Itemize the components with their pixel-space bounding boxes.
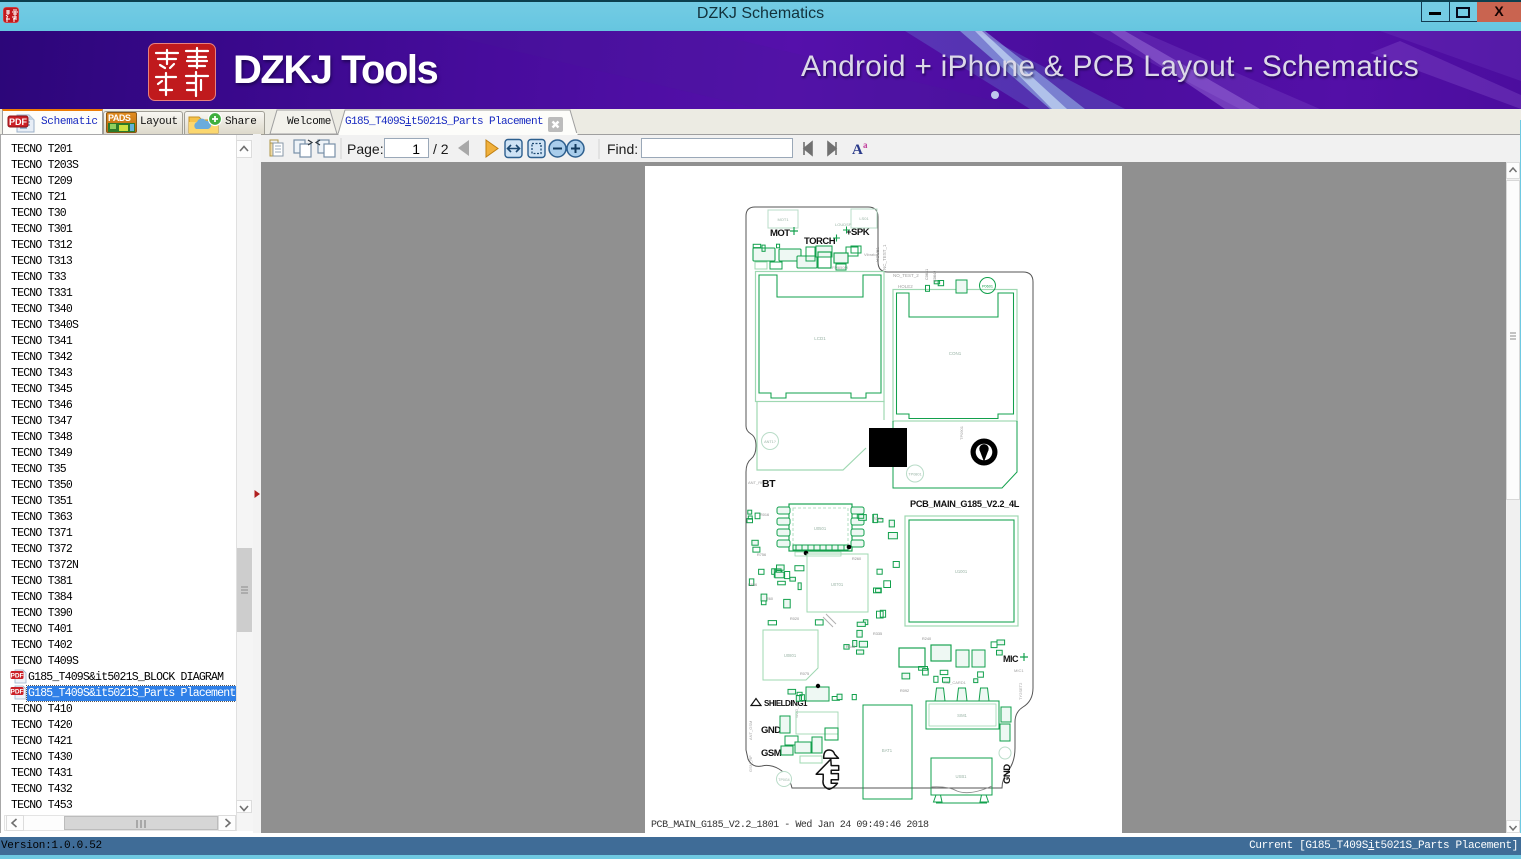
svg-text:MIC: MIC [1003,654,1019,664]
svg-text:R075: R075 [800,672,809,676]
svg-text:NC_TEST_1: NC_TEST_1 [882,244,887,270]
svg-text:TP0801: TP0801 [908,473,921,477]
svg-text:PDF: PDF [9,117,28,127]
svg-text:W2G_1: W2G_1 [794,704,799,718]
svg-text:R020: R020 [790,617,799,621]
svg-text:R016: R016 [760,513,769,517]
svg-text:LCD1: LCD1 [814,336,826,341]
svg-text:R335: R335 [873,632,882,636]
svg-text:C0642: C0642 [933,271,937,282]
svg-text:SIM1: SIM1 [957,713,967,718]
svg-text:U0701: U0701 [831,582,844,587]
svg-text:C0641: C0641 [925,269,929,280]
svg-text:MOT: MOT [770,228,790,239]
svg-text:LS01: LS01 [859,216,869,221]
svg-text:R60: R60 [766,597,773,601]
svg-text:R648: R648 [846,645,855,649]
svg-text:FM850M: FM850M [832,265,848,270]
svg-text:PDF: PDF [11,673,24,680]
svg-text:R756: R756 [757,553,766,557]
svg-text:U0501: U0501 [814,526,827,531]
svg-text:TP0901: TP0901 [959,425,964,440]
svg-text:MIC1: MIC1 [1014,668,1024,673]
svg-text:TY2SET2: TY2SET2 [1018,682,1023,700]
svg-text:CON1: CON1 [949,351,962,356]
svg-text:GSM: GSM [761,748,782,759]
svg-text:P0601: P0601 [982,285,993,289]
svg-text:R260: R260 [852,557,861,561]
svg-text:R320: R320 [873,517,882,521]
svg-text:PCB_MAIN_G185_V2.2_4L: PCB_MAIN_G185_V2.2_4L [910,499,1020,509]
svg-text:PCB_MAIN_G185_V2.2_1801 - Wed: PCB_MAIN_G185_V2.2_1801 - Wed Jan 24 09:… [651,819,929,831]
svg-text:ANT_GSM: ANT_GSM [748,721,753,740]
svg-text:ANT1?: ANT1? [764,440,776,444]
svg-text:HOLE2: HOLE2 [898,284,913,289]
svg-text:GSM_RF: GSM_RF [748,755,753,772]
svg-text:+SPK: +SPK [846,227,870,238]
svg-text:BT: BT [762,478,776,490]
svg-text:PDF: PDF [11,689,24,696]
svg-text:Vibrator: Vibrator [864,252,879,257]
svg-text:MOT1: MOT1 [777,217,789,222]
svg-text:TORCH: TORCH [804,236,836,247]
svg-text:U0801: U0801 [784,653,797,658]
svg-text:U1001: U1001 [955,569,968,574]
svg-text:NO_TEST_2: NO_TEST_2 [893,273,919,278]
svg-text:A: A [852,142,863,158]
svg-text:BAT1: BAT1 [882,748,893,753]
svg-text:R886: R886 [748,583,757,587]
svg-text:R092: R092 [900,689,909,693]
svg-text:USB1: USB1 [956,774,968,779]
svg-text:GND: GND [761,725,781,736]
svg-text:R240: R240 [922,637,931,641]
svg-text:a: a [863,140,868,150]
svg-text:GND: GND [1002,764,1013,784]
svg-text:TP0G4: TP0G4 [778,778,789,782]
